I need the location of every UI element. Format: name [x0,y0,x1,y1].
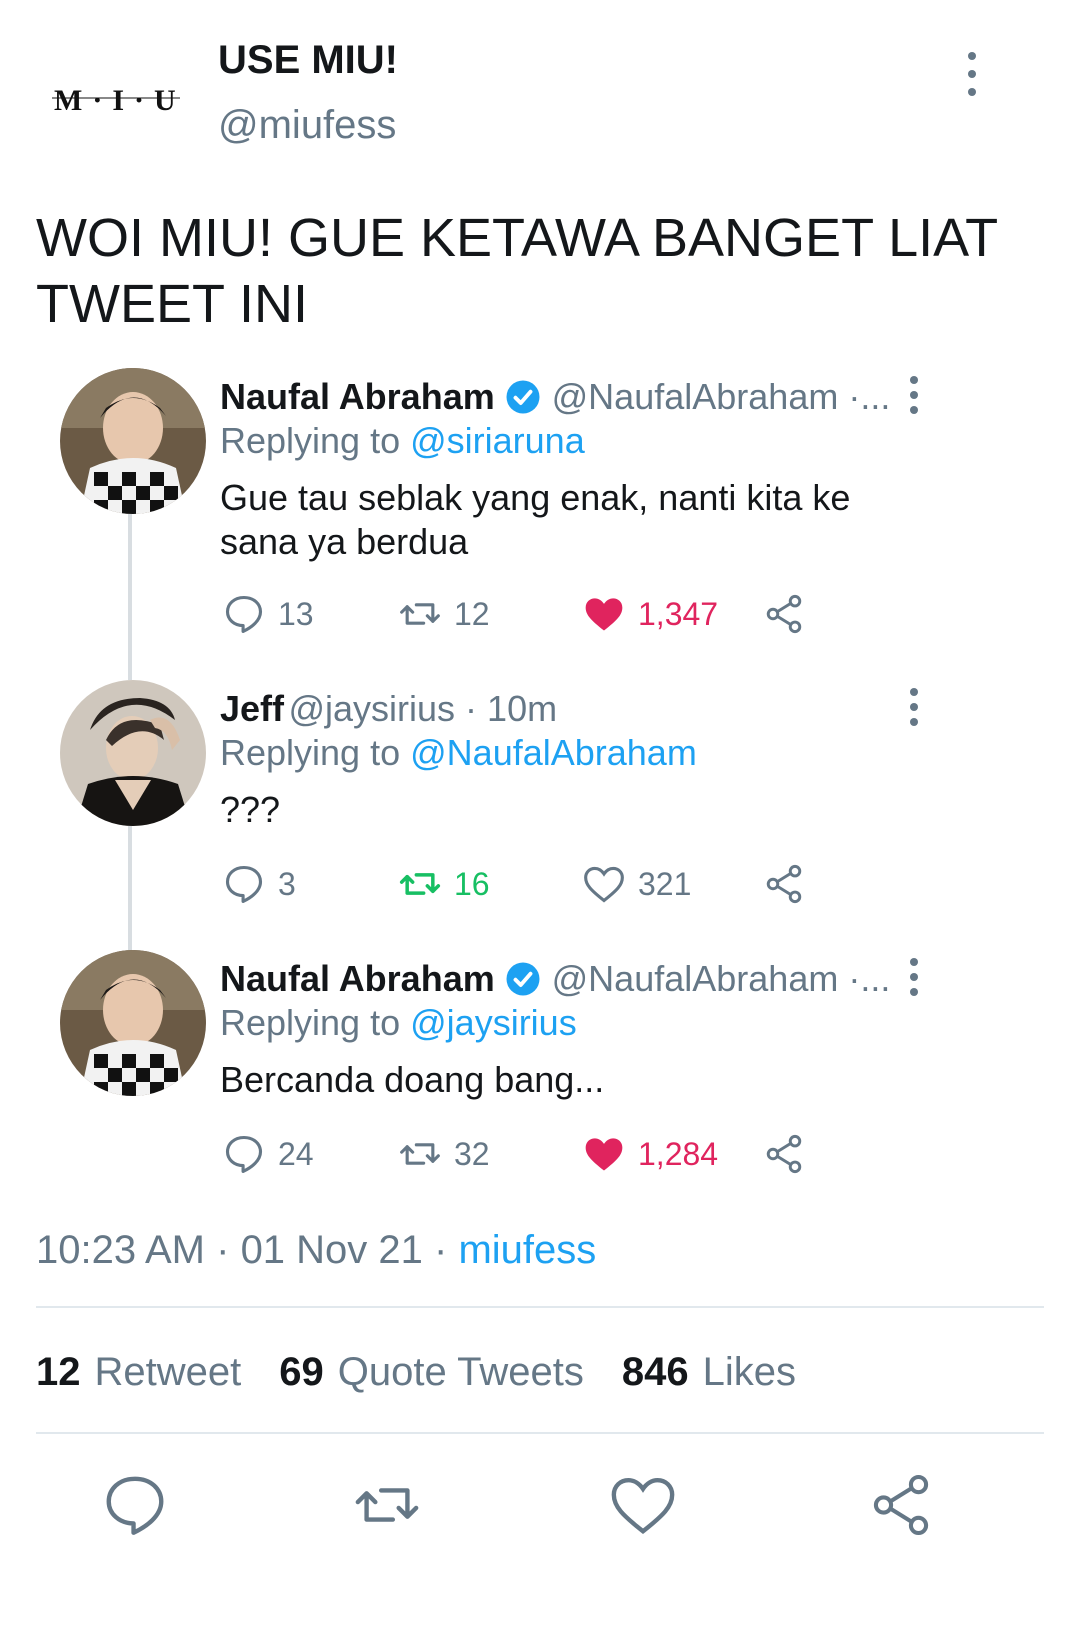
like-button[interactable]: 1,284 [582,1132,718,1176]
quote-tweets-stat[interactable]: 69 Quote Tweets [279,1350,584,1395]
tweet-timestamp: 10:23 AM · 01 Nov 21 · miufess [36,1228,597,1272]
avatar[interactable] [60,680,206,826]
account-name[interactable]: USE MIU! [218,38,398,83]
author-name[interactable]: Jeff [220,688,284,729]
verified-badge-icon [506,380,540,414]
share-button[interactable] [866,1470,936,1540]
divider [36,1432,1044,1434]
tweet-action-bar [0,1470,1080,1570]
tweet-stats: 12 Retweet 69 Quote Tweets 846 Likes [36,1350,796,1395]
heart-icon [611,1478,675,1535]
reply-button[interactable]: 13 [222,592,314,636]
author-handle[interactable]: @NaufalAbraham ·... [552,376,891,417]
share-button[interactable] [762,1132,806,1176]
retweet-count: 32 [454,1135,490,1172]
reply-count: 24 [278,1135,314,1172]
replying-to-link[interactable]: @NaufalAbraham [410,732,697,773]
reply-text: Bercanda doang bang... [220,1059,605,1100]
like-button[interactable]: 321 [582,862,691,906]
comment-icon [225,595,263,633]
reply-text: ??? [220,789,281,830]
thread-line [128,508,132,680]
like-count: 1,347 [638,595,719,632]
retweet-button[interactable] [352,1470,422,1540]
tweet-time: 10:23 AM [36,1228,206,1272]
replying-to: Replying to @siriaruna [220,420,585,461]
reply-button[interactable] [100,1470,170,1540]
reply-button[interactable]: 3 [222,862,296,906]
account-logo[interactable]: M·I·U [52,80,182,130]
retweet-button[interactable]: 12 [398,592,490,636]
more-options-icon[interactable] [904,958,924,996]
divider [36,1306,1044,1308]
tweet-date: 01 Nov 21 [240,1228,423,1272]
like-count: 321 [638,865,692,902]
reply-text: Gue tau seblak yang enak, nanti kita ke … [220,477,851,562]
like-count: 1,284 [638,1135,719,1172]
author-name[interactable]: Naufal Abraham [220,376,495,417]
retweet-count: 12 [454,595,490,632]
share-icon [766,864,802,904]
reply-count: 3 [278,865,296,902]
like-button[interactable] [608,1470,678,1540]
heart-filled-icon [585,1138,623,1171]
share-icon [873,1474,929,1536]
share-button[interactable] [762,592,806,636]
replying-to: Replying to @NaufalAbraham [220,732,697,773]
retweets-stat[interactable]: 12 Retweet [36,1350,241,1395]
logo-text: M·I·U [54,84,182,117]
heart-filled-icon [585,598,623,631]
retweet-button[interactable]: 16 [398,862,490,906]
retweet-button[interactable]: 32 [398,1132,490,1176]
retweet-count: 16 [454,865,490,902]
tweet-source[interactable]: miufess [458,1228,596,1272]
author-handle[interactable]: @jaysirius · 10m [288,688,557,729]
avatar[interactable] [60,950,206,1096]
author-name[interactable]: Naufal Abraham [220,958,495,999]
replying-to-link[interactable]: @jaysirius [410,1002,577,1043]
avatar[interactable] [60,368,206,514]
more-options-icon[interactable] [904,376,924,414]
share-button[interactable] [762,862,806,906]
account-handle[interactable]: @miufess [218,103,396,148]
retweet-icon [355,1488,419,1522]
comment-icon [106,1476,164,1535]
like-button[interactable]: 1,347 [582,592,718,636]
retweet-icon [400,1143,440,1165]
retweet-icon [399,873,441,895]
more-options-icon[interactable] [962,52,982,96]
reply-count: 13 [278,595,314,632]
tweet-text: WOI MIU! GUE KETAWA BANGET LIAT TWEET IN… [36,208,998,334]
replying-to-link[interactable]: @siriaruna [410,420,585,461]
comment-icon [225,1135,263,1173]
reply-button[interactable]: 24 [222,1132,314,1176]
verified-badge-icon [506,962,540,996]
comment-icon [225,865,263,903]
share-icon [766,594,802,634]
retweet-icon [400,603,440,625]
author-handle[interactable]: @NaufalAbraham ·... [552,958,891,999]
more-options-icon[interactable] [904,688,924,726]
thread-line [128,820,132,950]
replying-to: Replying to @jaysirius [220,1002,577,1043]
heart-icon [584,866,624,903]
share-icon [766,1134,802,1174]
likes-stat[interactable]: 846 Likes [622,1350,796,1395]
